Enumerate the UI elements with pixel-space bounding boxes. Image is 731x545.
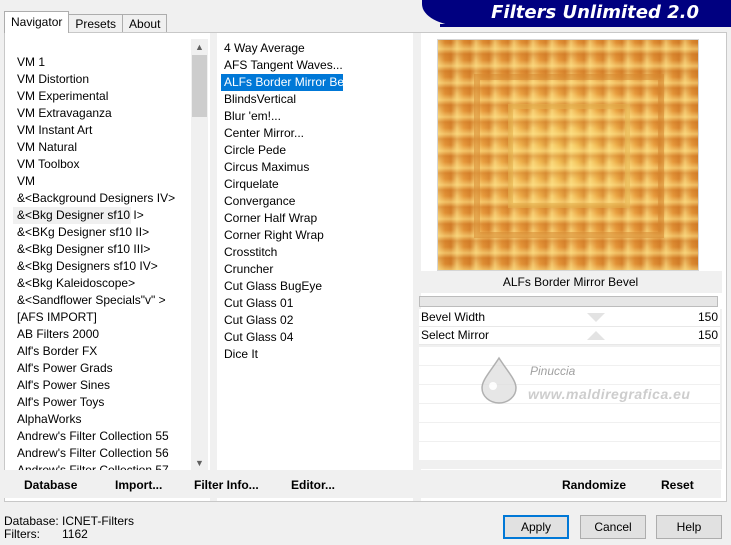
filter-item[interactable]: Cut Glass 04	[221, 329, 413, 346]
category-item[interactable]: Andrew's Filter Collection 56	[13, 445, 193, 462]
filter-item[interactable]: Corner Half Wrap	[221, 210, 413, 227]
empty-param-row	[419, 404, 720, 422]
apply-button[interactable]: Apply	[503, 515, 569, 539]
filter-item[interactable]: Convergance	[221, 193, 413, 210]
chevron-down-icon[interactable]: ▼	[191, 455, 208, 471]
category-item[interactable]: Andrew's Filter Collection 57	[13, 462, 193, 470]
param-row-select-mirror[interactable]: Select Mirror 150	[419, 327, 720, 345]
banner-stripe	[440, 24, 731, 27]
status-filters-count: 1162	[62, 527, 88, 541]
filter-item[interactable]: Corner Right Wrap	[221, 227, 413, 244]
filter-item[interactable]: BlindsVertical	[221, 91, 413, 108]
filter-item[interactable]: Blur 'em!...	[221, 108, 413, 125]
category-list[interactable]: VM 1 VM Distortion VM Experimental VM Extra…	[13, 54, 193, 470]
chevron-up-icon[interactable]: ▲	[191, 39, 208, 55]
category-item[interactable]: &<BKg Designer sf10 II>	[13, 224, 193, 241]
category-item[interactable]: Alf's Power Grads	[13, 360, 193, 377]
selected-filter-title: ALFs Border Mirror Bevel	[419, 271, 722, 293]
filter-item[interactable]: Circle Pede	[221, 142, 413, 159]
main-panel: VM 1 VM Distortion VM Experimental VM Extra…	[4, 32, 727, 502]
tab-navigator[interactable]: Navigator	[4, 11, 70, 33]
category-item[interactable]: &<Background Designers IV>	[13, 190, 193, 207]
help-button[interactable]: Help	[656, 515, 722, 539]
filter-item[interactable]: Cut Glass 02	[221, 312, 413, 329]
category-item[interactable]: Alf's Border FX	[13, 343, 193, 360]
category-item[interactable]: VM Toolbox	[13, 156, 193, 173]
category-item[interactable]: &<Bkg Designer sf10 III>	[13, 241, 193, 258]
filter-item[interactable]: Dice It	[221, 346, 413, 363]
category-item[interactable]: VM Experimental	[13, 88, 193, 105]
filter-item[interactable]: Cut Glass 01	[221, 295, 413, 312]
category-item[interactable]: Alf's Power Sines	[13, 377, 193, 394]
tab-about[interactable]: About	[122, 14, 168, 33]
category-item[interactable]: &<Sandflower Specials"v" >	[13, 292, 193, 309]
filter-preview-image	[437, 39, 699, 271]
editor-button[interactable]: Editor...	[291, 478, 335, 492]
param-label: Bevel Width	[421, 310, 486, 324]
empty-param-row	[419, 442, 720, 460]
category-item[interactable]: VM Instant Art	[13, 122, 193, 139]
category-item[interactable]: Alf's Power Toys	[13, 394, 193, 411]
category-item[interactable]: VM Distortion	[13, 71, 193, 88]
category-item[interactable]: AB Filters 2000	[13, 326, 193, 343]
category-item[interactable]: AlphaWorks	[13, 411, 193, 428]
category-scrollbar[interactable]: ▲ ▼	[191, 39, 208, 471]
category-item[interactable]: [AFS IMPORT]	[13, 309, 193, 326]
column-divider	[210, 33, 217, 501]
category-item[interactable]: VM 1	[13, 54, 193, 71]
app-banner-title: Filters Unlimited 2.0	[422, 0, 731, 26]
slider-marker-icon[interactable]	[587, 331, 605, 340]
empty-param-row	[419, 385, 720, 403]
category-item[interactable]: VM Extravaganza	[13, 105, 193, 122]
import-button[interactable]: Import...	[115, 478, 162, 492]
empty-param-row	[419, 347, 720, 365]
filter-item[interactable]: AFS Tangent Waves...	[221, 57, 413, 74]
param-row-bevel-width[interactable]: Bevel Width 150	[419, 309, 720, 327]
category-item[interactable]: &<Bkg Designers sf10 IV>	[13, 258, 193, 275]
tab-presets[interactable]: Presets	[68, 14, 124, 33]
cancel-button[interactable]: Cancel	[580, 515, 646, 539]
empty-param-row	[419, 366, 720, 384]
filter-item[interactable]: Crosstitch	[221, 244, 413, 261]
param-value: 150	[697, 310, 718, 324]
param-value: 150	[697, 328, 718, 342]
filter-list[interactable]: 4 Way Average AFS Tangent Waves... ALFs Bo…	[221, 40, 413, 390]
progress-bar	[419, 296, 718, 307]
parameter-panel: Bevel Width 150 Select Mirror 150	[419, 309, 722, 469]
category-item[interactable]: Andrew's Filter Collection 55	[13, 428, 193, 445]
reset-button[interactable]: Reset	[661, 478, 694, 492]
database-button[interactable]: Database	[24, 478, 77, 492]
status-filters-label: Filters:	[4, 527, 40, 541]
preview-area	[421, 33, 726, 271]
bottom-toolbar: Database Import... Filter Info... Editor…	[4, 470, 727, 502]
slider-marker-icon[interactable]	[587, 313, 605, 322]
filter-info-button[interactable]: Filter Info...	[194, 478, 259, 492]
filter-item[interactable]: Cut Glass BugEye	[221, 278, 413, 295]
filter-item[interactable]: Cruncher	[221, 261, 413, 278]
randomize-button[interactable]: Randomize	[562, 478, 626, 492]
filter-item[interactable]: 4 Way Average	[221, 40, 413, 57]
empty-param-row	[419, 423, 720, 441]
filter-item[interactable]: Center Mirror...	[221, 125, 413, 142]
param-label: Select Mirror	[421, 328, 490, 342]
preview-bevel-frame-inner	[508, 104, 630, 208]
scrollbar-thumb[interactable]	[192, 55, 207, 117]
status-info: Database: ICNET-Filters Filters: 1162	[4, 515, 134, 541]
tab-bar: Navigator Presets About	[4, 11, 168, 33]
category-item[interactable]: VM Natural	[13, 139, 193, 156]
category-item[interactable]: VM	[13, 173, 193, 190]
filter-item[interactable]: ALFs Border Mirror Bevel	[221, 74, 359, 91]
status-database-value: ICNET-Filters	[62, 514, 134, 528]
category-item[interactable]: &<Bkg Kaleidoscope>	[13, 275, 193, 292]
filter-item[interactable]: Circus Maximus	[221, 159, 413, 176]
filter-item[interactable]: Cirquelate	[221, 176, 413, 193]
category-item[interactable]: &<Bkg Designer sf10 I>	[13, 207, 144, 224]
